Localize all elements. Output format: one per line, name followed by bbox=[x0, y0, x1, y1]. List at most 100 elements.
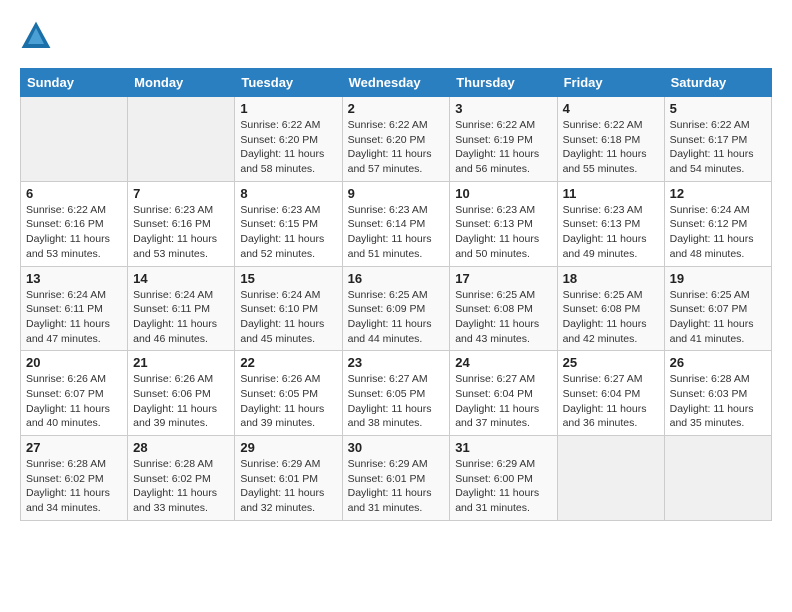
day-number: 5 bbox=[670, 101, 766, 116]
day-number: 13 bbox=[26, 271, 122, 286]
calendar-cell: 8 Sunrise: 6:23 AM Sunset: 6:15 PM Daylig… bbox=[235, 181, 342, 266]
day-info: Sunrise: 6:22 AM Sunset: 6:19 PM Dayligh… bbox=[455, 118, 551, 177]
day-number: 27 bbox=[26, 440, 122, 455]
day-number: 20 bbox=[26, 355, 122, 370]
calendar: SundayMondayTuesdayWednesdayThursdayFrid… bbox=[20, 68, 772, 521]
calendar-cell: 12 Sunrise: 6:24 AM Sunset: 6:12 PM Dayli… bbox=[664, 181, 771, 266]
day-info: Sunrise: 6:22 AM Sunset: 6:17 PM Dayligh… bbox=[670, 118, 766, 177]
week-row-4: 20 Sunrise: 6:26 AM Sunset: 6:07 PM Dayli… bbox=[21, 351, 772, 436]
calendar-cell: 6 Sunrise: 6:22 AM Sunset: 6:16 PM Daylig… bbox=[21, 181, 128, 266]
day-info: Sunrise: 6:23 AM Sunset: 6:13 PM Dayligh… bbox=[563, 203, 659, 262]
day-info: Sunrise: 6:28 AM Sunset: 6:02 PM Dayligh… bbox=[26, 457, 122, 516]
day-info: Sunrise: 6:23 AM Sunset: 6:13 PM Dayligh… bbox=[455, 203, 551, 262]
calendar-cell: 25Sunrise: 6:27 AM Sunset: 6:04 PM Dayli… bbox=[557, 351, 664, 436]
calendar-cell: 19Sunrise: 6:25 AM Sunset: 6:07 PM Dayli… bbox=[664, 266, 771, 351]
header-thursday: Thursday bbox=[450, 69, 557, 97]
calendar-header-row: SundayMondayTuesdayWednesdayThursdayFrid… bbox=[21, 69, 772, 97]
day-number: 6 bbox=[26, 186, 122, 201]
day-info: Sunrise: 6:29 AM Sunset: 6:01 PM Dayligh… bbox=[240, 457, 336, 516]
day-info: Sunrise: 6:25 AM Sunset: 6:07 PM Dayligh… bbox=[670, 288, 766, 347]
calendar-cell: 23Sunrise: 6:27 AM Sunset: 6:05 PM Dayli… bbox=[342, 351, 450, 436]
week-row-5: 27 Sunrise: 6:28 AM Sunset: 6:02 PM Dayli… bbox=[21, 436, 772, 521]
day-number: 24 bbox=[455, 355, 551, 370]
day-info: Sunrise: 6:22 AM Sunset: 6:16 PM Dayligh… bbox=[26, 203, 122, 262]
day-number: 21 bbox=[133, 355, 229, 370]
logo bbox=[20, 20, 56, 52]
day-number: 22 bbox=[240, 355, 336, 370]
day-number: 14 bbox=[133, 271, 229, 286]
day-info: Sunrise: 6:24 AM Sunset: 6:11 PM Dayligh… bbox=[26, 288, 122, 347]
header-tuesday: Tuesday bbox=[235, 69, 342, 97]
calendar-cell: 9 Sunrise: 6:23 AM Sunset: 6:14 PM Daylig… bbox=[342, 181, 450, 266]
header-monday: Monday bbox=[128, 69, 235, 97]
day-number: 7 bbox=[133, 186, 229, 201]
calendar-cell: 7Sunrise: 6:23 AM Sunset: 6:16 PM Daylig… bbox=[128, 181, 235, 266]
calendar-cell: 4 Sunrise: 6:22 AM Sunset: 6:18 PM Daylig… bbox=[557, 97, 664, 182]
day-info: Sunrise: 6:22 AM Sunset: 6:18 PM Dayligh… bbox=[563, 118, 659, 177]
calendar-cell: 20 Sunrise: 6:26 AM Sunset: 6:07 PM Dayli… bbox=[21, 351, 128, 436]
day-number: 10 bbox=[455, 186, 551, 201]
day-number: 12 bbox=[670, 186, 766, 201]
day-info: Sunrise: 6:26 AM Sunset: 6:07 PM Dayligh… bbox=[26, 372, 122, 431]
day-number: 4 bbox=[563, 101, 659, 116]
day-info: Sunrise: 6:28 AM Sunset: 6:02 PM Dayligh… bbox=[133, 457, 229, 516]
day-info: Sunrise: 6:29 AM Sunset: 6:01 PM Dayligh… bbox=[348, 457, 445, 516]
calendar-cell: 26Sunrise: 6:28 AM Sunset: 6:03 PM Dayli… bbox=[664, 351, 771, 436]
calendar-cell: 28 Sunrise: 6:28 AM Sunset: 6:02 PM Dayli… bbox=[128, 436, 235, 521]
day-info: Sunrise: 6:25 AM Sunset: 6:08 PM Dayligh… bbox=[455, 288, 551, 347]
day-number: 25 bbox=[563, 355, 659, 370]
calendar-cell: 10 Sunrise: 6:23 AM Sunset: 6:13 PM Dayli… bbox=[450, 181, 557, 266]
calendar-cell: 14 Sunrise: 6:24 AM Sunset: 6:11 PM Dayli… bbox=[128, 266, 235, 351]
day-number: 18 bbox=[563, 271, 659, 286]
calendar-cell: 18 Sunrise: 6:25 AM Sunset: 6:08 PM Dayli… bbox=[557, 266, 664, 351]
calendar-cell: 30 Sunrise: 6:29 AM Sunset: 6:01 PM Dayli… bbox=[342, 436, 450, 521]
day-number: 2 bbox=[348, 101, 445, 116]
calendar-cell: 5 Sunrise: 6:22 AM Sunset: 6:17 PM Daylig… bbox=[664, 97, 771, 182]
calendar-cell: 13 Sunrise: 6:24 AM Sunset: 6:11 PM Dayli… bbox=[21, 266, 128, 351]
calendar-cell bbox=[664, 436, 771, 521]
calendar-cell: 11 Sunrise: 6:23 AM Sunset: 6:13 PM Dayli… bbox=[557, 181, 664, 266]
calendar-cell: 27 Sunrise: 6:28 AM Sunset: 6:02 PM Dayli… bbox=[21, 436, 128, 521]
day-number: 30 bbox=[348, 440, 445, 455]
page-header bbox=[20, 20, 772, 52]
day-info: Sunrise: 6:27 AM Sunset: 6:05 PM Dayligh… bbox=[348, 372, 445, 431]
day-info: Sunrise: 6:24 AM Sunset: 6:10 PM Dayligh… bbox=[240, 288, 336, 347]
day-number: 28 bbox=[133, 440, 229, 455]
day-number: 1 bbox=[240, 101, 336, 116]
day-info: Sunrise: 6:23 AM Sunset: 6:15 PM Dayligh… bbox=[240, 203, 336, 262]
day-number: 16 bbox=[348, 271, 445, 286]
day-number: 17 bbox=[455, 271, 551, 286]
header-saturday: Saturday bbox=[664, 69, 771, 97]
logo-icon bbox=[20, 20, 52, 52]
calendar-cell: 22 Sunrise: 6:26 AM Sunset: 6:05 PM Dayli… bbox=[235, 351, 342, 436]
day-info: Sunrise: 6:27 AM Sunset: 6:04 PM Dayligh… bbox=[455, 372, 551, 431]
day-info: Sunrise: 6:26 AM Sunset: 6:05 PM Dayligh… bbox=[240, 372, 336, 431]
day-number: 3 bbox=[455, 101, 551, 116]
day-number: 15 bbox=[240, 271, 336, 286]
day-number: 9 bbox=[348, 186, 445, 201]
header-sunday: Sunday bbox=[21, 69, 128, 97]
day-number: 26 bbox=[670, 355, 766, 370]
calendar-cell: 31 Sunrise: 6:29 AM Sunset: 6:00 PM Dayli… bbox=[450, 436, 557, 521]
day-number: 29 bbox=[240, 440, 336, 455]
day-info: Sunrise: 6:24 AM Sunset: 6:11 PM Dayligh… bbox=[133, 288, 229, 347]
day-info: Sunrise: 6:24 AM Sunset: 6:12 PM Dayligh… bbox=[670, 203, 766, 262]
calendar-cell: 29 Sunrise: 6:29 AM Sunset: 6:01 PM Dayli… bbox=[235, 436, 342, 521]
day-number: 8 bbox=[240, 186, 336, 201]
day-info: Sunrise: 6:25 AM Sunset: 6:09 PM Dayligh… bbox=[348, 288, 445, 347]
calendar-cell: 3 Sunrise: 6:22 AM Sunset: 6:19 PM Daylig… bbox=[450, 97, 557, 182]
calendar-cell bbox=[557, 436, 664, 521]
calendar-cell: 15 Sunrise: 6:24 AM Sunset: 6:10 PM Dayli… bbox=[235, 266, 342, 351]
calendar-cell: 1Sunrise: 6:22 AM Sunset: 6:20 PM Daylig… bbox=[235, 97, 342, 182]
day-info: Sunrise: 6:25 AM Sunset: 6:08 PM Dayligh… bbox=[563, 288, 659, 347]
week-row-3: 13 Sunrise: 6:24 AM Sunset: 6:11 PM Dayli… bbox=[21, 266, 772, 351]
week-row-2: 6 Sunrise: 6:22 AM Sunset: 6:16 PM Daylig… bbox=[21, 181, 772, 266]
day-info: Sunrise: 6:29 AM Sunset: 6:00 PM Dayligh… bbox=[455, 457, 551, 516]
day-info: Sunrise: 6:23 AM Sunset: 6:14 PM Dayligh… bbox=[348, 203, 445, 262]
calendar-cell: 17 Sunrise: 6:25 AM Sunset: 6:08 PM Dayli… bbox=[450, 266, 557, 351]
day-number: 11 bbox=[563, 186, 659, 201]
day-number: 31 bbox=[455, 440, 551, 455]
calendar-cell bbox=[128, 97, 235, 182]
calendar-cell: 2Sunrise: 6:22 AM Sunset: 6:20 PM Daylig… bbox=[342, 97, 450, 182]
day-info: Sunrise: 6:26 AM Sunset: 6:06 PM Dayligh… bbox=[133, 372, 229, 431]
